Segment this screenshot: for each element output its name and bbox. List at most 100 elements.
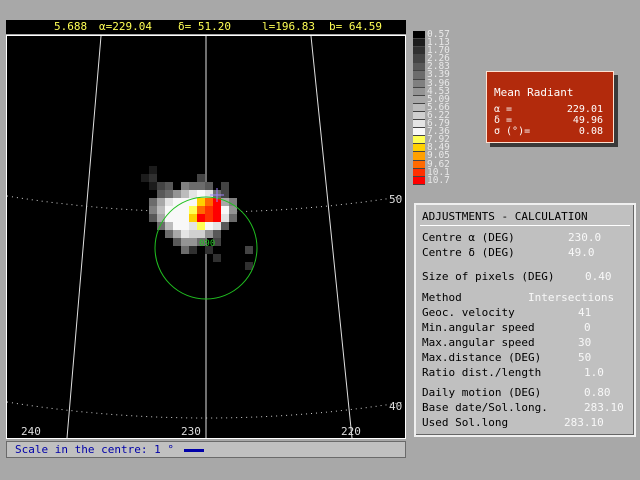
method-label: Method xyxy=(422,291,462,304)
readout-delta: δ= 51.20 xyxy=(178,20,231,33)
color-scale-labels: 0.57 1.13 1.70 2.26 2.83 3.39 3.96 4.53 5.09 5.66… xyxy=(427,30,467,186)
color-scale-swatch xyxy=(413,31,425,40)
scale-bar-icon xyxy=(183,448,204,452)
density-pixel xyxy=(149,206,157,214)
density-pixel xyxy=(205,182,213,190)
color-scale-swatch xyxy=(413,71,425,80)
color-scale xyxy=(413,31,425,185)
max-distance-label: Max.distance (DEG) xyxy=(422,351,542,364)
density-pixel xyxy=(213,214,221,222)
map-canvas[interactable] xyxy=(7,36,405,438)
adjustments-panel: ADJUSTMENTS - CALCULATION Centre α (DEG)… xyxy=(414,203,636,437)
meridian-220 xyxy=(310,36,353,438)
density-pixel xyxy=(165,222,173,230)
ratio-field[interactable]: 1.0 xyxy=(584,366,604,379)
centre-alpha-field[interactable]: 230.0 xyxy=(568,231,601,244)
density-pixel xyxy=(165,214,173,222)
max-distance-field[interactable]: 50 xyxy=(578,351,591,364)
density-pixel xyxy=(245,262,253,270)
color-scale-swatch xyxy=(413,168,425,177)
density-pixel xyxy=(181,238,189,246)
density-pixel xyxy=(181,190,189,198)
density-pixel xyxy=(197,206,205,214)
density-pixel xyxy=(197,198,205,206)
density-pixel xyxy=(165,190,173,198)
density-pixel xyxy=(157,198,165,206)
centre-delta-label: Centre δ (DEG) xyxy=(422,246,515,259)
color-scale-label: 10.7 xyxy=(427,174,450,186)
density-pixel xyxy=(221,214,229,222)
method-field[interactable]: Intersections xyxy=(528,291,614,304)
centre-alpha-label: Centre α (DEG) xyxy=(422,231,515,244)
color-scale-swatch xyxy=(413,176,425,185)
color-scale-swatch xyxy=(413,95,425,104)
radiant-map[interactable]: 090 240 230 220 50 40 xyxy=(6,35,406,439)
daily-motion-field[interactable]: 0.80 xyxy=(584,386,611,399)
scale-indicator: Scale in the centre: 1 ° xyxy=(6,441,406,458)
mean-radiant-title: Mean Radiant xyxy=(494,86,574,99)
color-scale-swatch xyxy=(413,63,425,72)
density-pixel xyxy=(229,214,237,222)
base-date-field[interactable]: 283.10 xyxy=(584,401,624,414)
density-pixel xyxy=(181,230,189,238)
pixel-size-label: Size of pixels (DEG) xyxy=(422,270,555,283)
tick-50: 50 xyxy=(389,193,403,206)
used-sol-long-field[interactable]: 283.10 xyxy=(564,416,604,429)
readout-alpha: α=229.04 xyxy=(99,20,152,33)
max-angular-speed-field[interactable]: 30 xyxy=(578,336,591,349)
base-date-label: Base date/Sol.long. xyxy=(422,401,548,414)
readout-value: 5.688 xyxy=(54,20,88,33)
density-pixel xyxy=(213,206,221,214)
green-label: 090 xyxy=(199,239,216,249)
density-pixel xyxy=(189,246,197,254)
pixel-size-field[interactable]: 0.40 xyxy=(585,270,612,283)
density-pixel xyxy=(165,230,173,238)
density-pixel xyxy=(173,190,181,198)
mean-delta-value: 49.96 xyxy=(572,115,603,126)
density-pixel xyxy=(197,222,205,230)
color-scale-swatch xyxy=(413,87,425,96)
min-angular-speed-field[interactable]: 0 xyxy=(584,321,591,334)
color-scale-swatch xyxy=(413,79,425,88)
density-pixel xyxy=(165,182,173,190)
meridian-240 xyxy=(66,36,102,438)
min-angular-speed-label: Min.angular speed xyxy=(422,321,535,334)
density-pixel xyxy=(213,230,221,238)
density-pixel xyxy=(173,230,181,238)
color-scale-swatch xyxy=(413,152,425,161)
ratio-label: Ratio dist./length xyxy=(422,366,542,379)
mean-radiant-panel: Mean Radiant α = 229.01 δ = 49.96 σ (°)=… xyxy=(486,71,614,143)
density-pixel xyxy=(157,214,165,222)
color-scale-swatch xyxy=(413,47,425,56)
density-pixel xyxy=(205,198,213,206)
density-pixels xyxy=(141,166,253,270)
daily-motion-label: Daily motion (DEG) xyxy=(422,386,542,399)
mean-alpha-value: 229.01 xyxy=(566,104,603,115)
density-pixel xyxy=(221,222,229,230)
density-pixel xyxy=(197,182,205,190)
density-pixel xyxy=(157,182,165,190)
density-pixel xyxy=(205,214,213,222)
centre-delta-field[interactable]: 49.0 xyxy=(568,246,595,259)
color-scale-swatch xyxy=(413,136,425,145)
density-pixel xyxy=(189,238,197,246)
density-pixel xyxy=(173,214,181,222)
max-angular-speed-label: Max.angular speed xyxy=(422,336,535,349)
density-pixel xyxy=(213,254,221,262)
color-scale-swatch xyxy=(413,128,425,137)
density-pixel xyxy=(165,198,173,206)
density-pixel xyxy=(181,214,189,222)
adjustments-title: ADJUSTMENTS - CALCULATION xyxy=(422,210,588,223)
mean-sigma-value: 0.08 xyxy=(578,126,603,137)
tick-40: 40 xyxy=(389,400,403,413)
density-pixel xyxy=(181,246,189,254)
geoc-velocity-field[interactable]: 41 xyxy=(578,306,591,319)
tick-220: 220 xyxy=(341,425,361,438)
readout-l: l=196.83 xyxy=(262,20,315,33)
density-pixel xyxy=(149,198,157,206)
geoc-velocity-label: Geoc. velocity xyxy=(422,306,515,319)
density-pixel xyxy=(245,246,253,254)
density-pixel xyxy=(197,230,205,238)
density-pixel xyxy=(205,222,213,230)
mean-delta-label: δ = xyxy=(494,115,513,126)
